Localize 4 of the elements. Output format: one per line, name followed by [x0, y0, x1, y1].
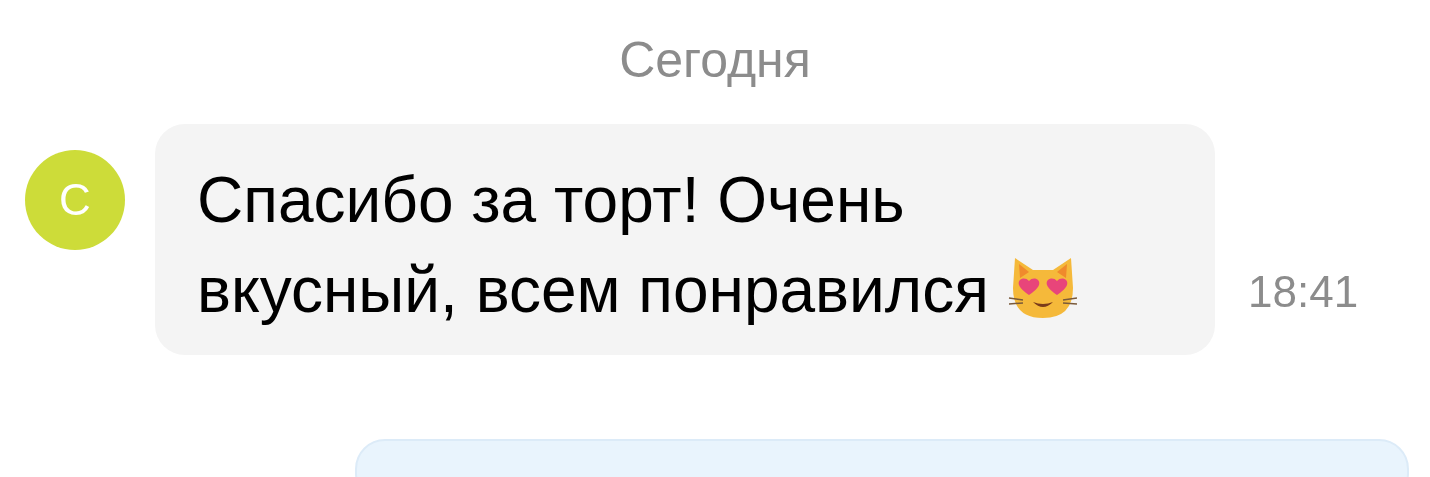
- date-separator: Сегодня: [619, 31, 811, 90]
- message-text: Спасибо за торт! Очень вкусный, всем понравился: [197, 164, 989, 326]
- avatar[interactable]: С: [25, 150, 125, 250]
- message-time: 18:41: [1248, 266, 1359, 318]
